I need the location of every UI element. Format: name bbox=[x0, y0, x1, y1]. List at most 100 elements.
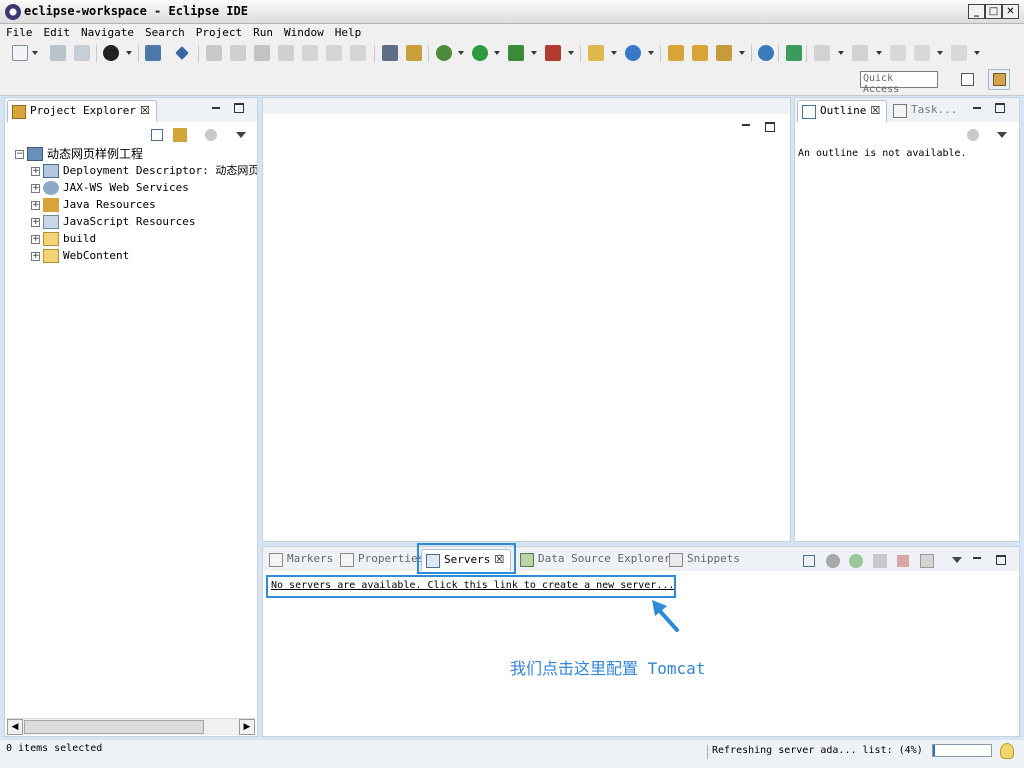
previous-annotation-dropdown-icon[interactable] bbox=[876, 51, 882, 55]
view-menu-icon[interactable] bbox=[997, 132, 1007, 138]
tree-item[interactable]: + JavaScript Resources bbox=[31, 214, 257, 231]
skip-breakpoints-icon[interactable] bbox=[175, 46, 189, 60]
open-folder-icon[interactable] bbox=[668, 45, 684, 61]
collapse-all-icon[interactable] bbox=[151, 129, 163, 141]
progress-bar[interactable] bbox=[932, 744, 992, 757]
open-perspective-button[interactable] bbox=[956, 69, 978, 90]
run-server-dropdown-icon[interactable] bbox=[531, 51, 537, 55]
tree-item[interactable]: + Java Resources bbox=[31, 197, 257, 214]
debug-server-icon[interactable] bbox=[826, 554, 840, 568]
tab-snippets[interactable]: Snippets bbox=[665, 549, 746, 571]
debug-icon[interactable] bbox=[436, 45, 452, 61]
minimize-icon[interactable] bbox=[211, 103, 221, 113]
view-menu-icon[interactable] bbox=[952, 557, 962, 563]
expand-icon[interactable]: + bbox=[31, 252, 40, 261]
console-icon[interactable] bbox=[145, 45, 161, 61]
menu-help[interactable]: Help bbox=[329, 24, 367, 42]
tree-item[interactable]: + WebContent bbox=[31, 248, 257, 265]
last-edit-icon[interactable] bbox=[890, 45, 906, 61]
tip-of-the-day-icon[interactable] bbox=[1000, 743, 1014, 759]
publish-icon[interactable] bbox=[920, 554, 934, 568]
view-menu-icon[interactable] bbox=[236, 132, 246, 138]
tab-data-source-explorer[interactable]: Data Source Explorer bbox=[516, 549, 676, 571]
close-window-button[interactable]: ✕ bbox=[1002, 4, 1019, 19]
tree-project-node[interactable]: − 动态网页样例工程 bbox=[15, 146, 255, 163]
expand-icon[interactable]: + bbox=[31, 184, 40, 193]
open-type-icon[interactable] bbox=[406, 45, 422, 61]
open-task-icon[interactable] bbox=[382, 45, 398, 61]
maximize-window-button[interactable]: □ bbox=[985, 4, 1002, 19]
link-with-editor-icon[interactable] bbox=[173, 128, 187, 142]
tab-task-list[interactable]: Task... bbox=[889, 100, 963, 122]
annotation-icon[interactable] bbox=[786, 45, 802, 61]
forward-icon[interactable] bbox=[951, 45, 967, 61]
new-project-dropdown-icon[interactable] bbox=[611, 51, 617, 55]
next-annotation-dropdown-icon[interactable] bbox=[838, 51, 844, 55]
minimize-window-button[interactable]: _ bbox=[968, 4, 985, 19]
expand-icon[interactable]: + bbox=[31, 167, 40, 176]
close-icon[interactable]: ☒ bbox=[140, 104, 150, 117]
tab-markers[interactable]: Markers bbox=[265, 549, 339, 571]
tab-outline[interactable]: Outline ☒ bbox=[797, 100, 888, 122]
run-icon[interactable] bbox=[472, 45, 488, 61]
step-into-icon[interactable] bbox=[302, 45, 318, 61]
menu-project[interactable]: Project bbox=[190, 24, 247, 42]
javaee-perspective-button[interactable] bbox=[988, 69, 1010, 90]
tree-item[interactable]: + Deployment Descriptor: 动态网页样 bbox=[31, 163, 257, 180]
new-server-icon[interactable] bbox=[625, 45, 641, 61]
maximize-icon[interactable] bbox=[995, 103, 1005, 113]
close-icon[interactable]: ☒ bbox=[870, 104, 880, 117]
external-tools-dropdown-icon[interactable] bbox=[568, 51, 574, 55]
search-tool-dropdown-icon[interactable] bbox=[739, 51, 745, 55]
tree-item[interactable]: + JAX-WS Web Services bbox=[31, 180, 257, 197]
profile-server-icon[interactable] bbox=[873, 554, 887, 568]
collapse-all-icon[interactable] bbox=[803, 555, 815, 567]
scrollbar-thumb[interactable] bbox=[24, 720, 204, 734]
disconnect-icon[interactable] bbox=[278, 45, 294, 61]
back-dropdown-icon[interactable] bbox=[937, 51, 943, 55]
step-return-icon[interactable] bbox=[350, 45, 366, 61]
external-tools-icon[interactable] bbox=[545, 45, 561, 61]
start-server-icon[interactable] bbox=[849, 554, 863, 568]
new-server-dropdown-icon[interactable] bbox=[648, 51, 654, 55]
search-tool-icon[interactable] bbox=[716, 45, 732, 61]
scroll-left-icon[interactable]: ◀ bbox=[7, 719, 23, 735]
menu-search[interactable]: Search bbox=[139, 24, 190, 42]
run-server-icon[interactable] bbox=[508, 45, 524, 61]
minimize-icon[interactable] bbox=[741, 120, 751, 130]
menu-run[interactable]: Run bbox=[247, 24, 278, 42]
minimize-icon[interactable] bbox=[972, 103, 982, 113]
new-icon[interactable] bbox=[12, 45, 28, 61]
menu-file[interactable]: File bbox=[0, 24, 38, 42]
stop-server-icon[interactable] bbox=[897, 555, 909, 567]
quick-access-input[interactable]: Quick Access bbox=[860, 71, 938, 95]
menu-edit[interactable]: Edit bbox=[38, 24, 76, 42]
filters-icon[interactable] bbox=[205, 129, 217, 141]
expand-icon[interactable]: + bbox=[31, 201, 40, 210]
minimize-icon[interactable] bbox=[972, 553, 982, 563]
suspend-icon[interactable] bbox=[230, 45, 246, 61]
horizontal-scrollbar[interactable]: ◀ ▶ bbox=[7, 718, 255, 735]
run-dropdown-icon[interactable] bbox=[494, 51, 500, 55]
maximize-icon[interactable] bbox=[234, 103, 244, 113]
resume-icon[interactable] bbox=[206, 45, 222, 61]
new-dropdown-icon[interactable] bbox=[32, 51, 38, 55]
tab-project-explorer[interactable]: Project Explorer ☒ bbox=[7, 100, 157, 122]
menu-window[interactable]: Window bbox=[278, 24, 329, 42]
profile-icon[interactable] bbox=[103, 45, 119, 61]
scroll-right-icon[interactable]: ▶ bbox=[239, 719, 255, 735]
tree-item[interactable]: + build bbox=[31, 231, 257, 248]
menu-navigate[interactable]: Navigate bbox=[75, 24, 139, 42]
collapse-icon[interactable]: − bbox=[15, 150, 24, 159]
back-icon[interactable] bbox=[914, 45, 930, 61]
save-icon[interactable] bbox=[50, 45, 66, 61]
filters-icon[interactable] bbox=[967, 129, 979, 141]
open-file-icon[interactable] bbox=[692, 45, 708, 61]
terminate-icon[interactable] bbox=[254, 45, 270, 61]
previous-annotation-icon[interactable] bbox=[852, 45, 868, 61]
new-project-icon[interactable] bbox=[588, 45, 604, 61]
web-browser-icon[interactable] bbox=[758, 45, 774, 61]
forward-dropdown-icon[interactable] bbox=[974, 51, 980, 55]
step-over-icon[interactable] bbox=[326, 45, 342, 61]
save-all-icon[interactable] bbox=[74, 45, 90, 61]
